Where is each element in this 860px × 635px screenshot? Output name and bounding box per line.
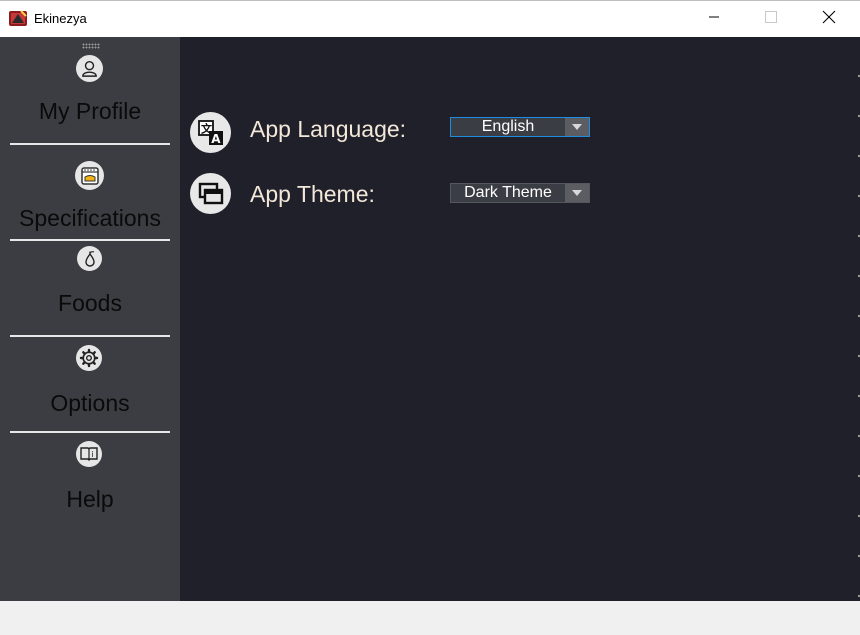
close-button[interactable] xyxy=(799,1,859,37)
sidebar-item-label: My Profile xyxy=(38,98,142,124)
sidebar-item-label: Options xyxy=(50,390,130,416)
sidebar-item-label: Help xyxy=(66,486,114,512)
minimize-icon xyxy=(708,10,720,28)
title-bar: Ekinezya xyxy=(0,0,860,37)
language-select-value: English xyxy=(481,118,535,135)
status-bar xyxy=(0,601,860,635)
sidebar-item-label: Foods xyxy=(58,290,122,316)
maximize-icon xyxy=(765,10,777,28)
theme-select[interactable]: Dark Theme xyxy=(450,183,590,203)
sidebar-item-my-profile[interactable]: My Profile xyxy=(0,37,180,142)
sidebar-item-foods[interactable]: Foods xyxy=(0,241,180,335)
pear-icon xyxy=(77,246,102,271)
sidebar-item-options[interactable]: Options xyxy=(0,337,180,431)
book-icon: i xyxy=(76,441,102,467)
app-logo-icon xyxy=(9,10,27,27)
gear-icon xyxy=(76,345,102,371)
sidebar-item-help[interactable]: i Help xyxy=(0,433,180,527)
svg-text:i: i xyxy=(91,450,93,459)
minimize-button[interactable] xyxy=(684,1,744,37)
language-select[interactable]: English xyxy=(450,117,590,137)
windows-icon xyxy=(190,173,231,214)
sidebar-item-label: Specifications xyxy=(19,205,161,231)
theme-label: App Theme: xyxy=(250,181,375,207)
language-label: App Language: xyxy=(250,116,407,142)
sidebar-item-specifications[interactable]: Specifications xyxy=(0,145,180,239)
sidebar: My Profile Specifications Foods Options … xyxy=(0,37,180,601)
theme-select-value: Dark Theme xyxy=(464,184,552,201)
profile-icon xyxy=(76,55,103,82)
chevron-down-icon[interactable] xyxy=(565,184,589,202)
window-title: Ekinezya xyxy=(34,11,87,26)
options-panel: 文 A App Language: English App Theme: Dar… xyxy=(180,37,860,601)
oven-icon xyxy=(75,161,104,190)
svg-text:A: A xyxy=(211,132,221,146)
translate-icon: 文 A xyxy=(190,112,231,153)
close-icon xyxy=(822,10,836,29)
chevron-down-icon[interactable] xyxy=(565,118,589,136)
maximize-button[interactable] xyxy=(741,1,801,37)
